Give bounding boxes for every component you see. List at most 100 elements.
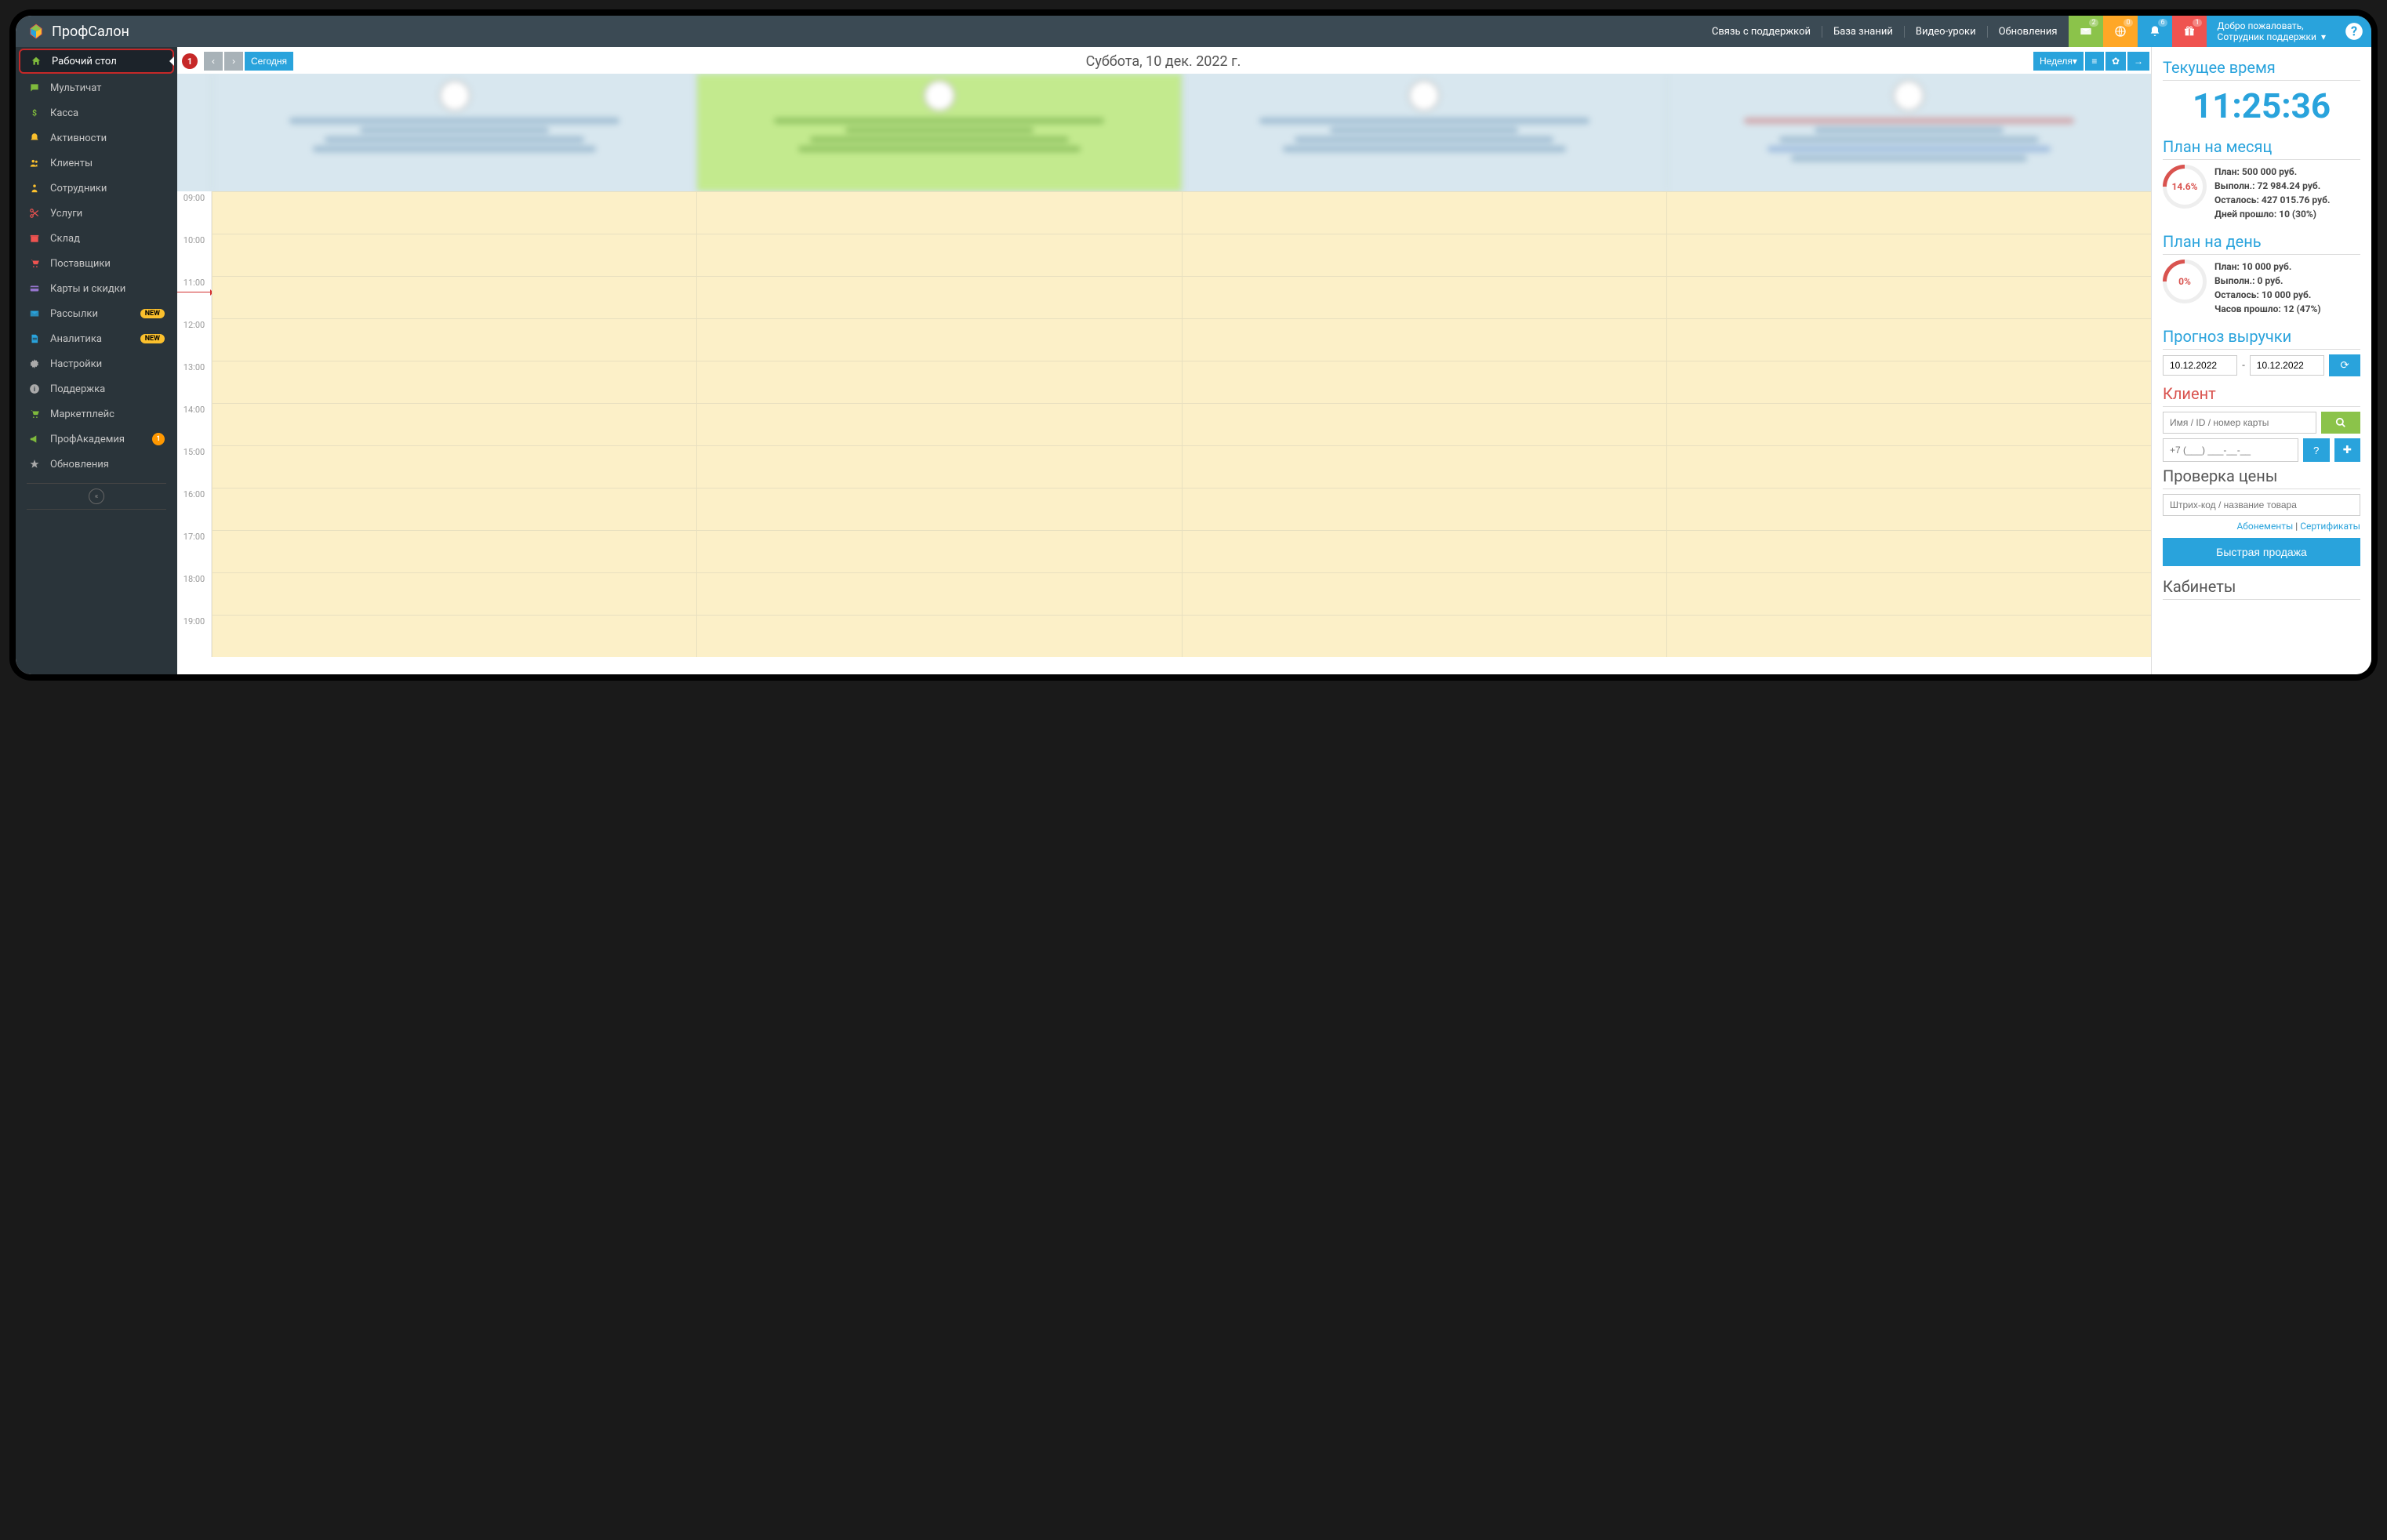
time-slot[interactable]	[1666, 488, 2151, 530]
sidebar-collapse[interactable]: «	[27, 483, 166, 510]
settings-button[interactable]: ✿	[2105, 52, 2126, 71]
sidebar-item-activities[interactable]: Активности	[16, 125, 177, 151]
subscriptions-link[interactable]: Абонементы	[2236, 521, 2293, 532]
price-check-input[interactable]	[2163, 494, 2360, 516]
time-slot[interactable]	[696, 572, 1181, 615]
time-slot[interactable]	[696, 445, 1181, 488]
logo-area[interactable]: ПрофСалон	[16, 24, 177, 40]
sidebar-item-suppliers[interactable]: Поставщики	[16, 251, 177, 276]
sidebar-item-clients[interactable]: Клиенты	[16, 151, 177, 176]
hour-row[interactable]: 18:00	[177, 572, 2151, 615]
quick-sale-button[interactable]: Быстрая продажа	[2163, 538, 2360, 566]
hour-row[interactable]: 19:00	[177, 615, 2151, 657]
sidebar-item-marketplace[interactable]: Маркетплейс	[16, 401, 177, 427]
sidebar-item-warehouse[interactable]: Склад	[16, 226, 177, 251]
link-videos[interactable]: Видео-уроки	[1905, 26, 1988, 38]
hour-row[interactable]: 14:00	[177, 403, 2151, 445]
time-slot[interactable]	[696, 488, 1181, 530]
mail-icon[interactable]: 2	[2069, 16, 2103, 47]
time-slot[interactable]	[212, 572, 696, 615]
time-slot[interactable]	[1666, 361, 2151, 403]
hour-row[interactable]: 17:00	[177, 530, 2151, 572]
sidebar-item-cards[interactable]: Карты и скидки	[16, 276, 177, 301]
hour-row[interactable]: 13:00	[177, 361, 2151, 403]
client-phone-input[interactable]	[2163, 438, 2298, 462]
forward-button[interactable]: →	[2127, 52, 2149, 71]
link-updates[interactable]: Обновления	[1988, 26, 2069, 38]
time-slot[interactable]	[212, 403, 696, 445]
time-slot[interactable]	[1182, 530, 1666, 572]
sidebar-item-mailings[interactable]: РассылкиNEW	[16, 301, 177, 326]
sidebar-item-updates[interactable]: Обновления	[16, 452, 177, 477]
time-slot[interactable]	[1182, 403, 1666, 445]
gift-icon[interactable]: 1	[2172, 16, 2207, 47]
help-button[interactable]: ?	[2337, 16, 2371, 47]
sidebar-item-settings[interactable]: Настройки	[16, 351, 177, 376]
time-slot[interactable]	[1666, 403, 2151, 445]
time-slot[interactable]	[1182, 276, 1666, 318]
time-slot[interactable]	[696, 276, 1181, 318]
staff-col-2[interactable]	[696, 74, 1181, 191]
sidebar-item-multichat[interactable]: Мультичат	[16, 75, 177, 100]
time-slot[interactable]	[1182, 191, 1666, 234]
forecast-refresh-button[interactable]: ⟳	[2329, 354, 2360, 376]
time-slot[interactable]	[1666, 615, 2151, 657]
client-search-button[interactable]	[2321, 412, 2360, 434]
forecast-from-input[interactable]	[2163, 355, 2237, 376]
time-slot[interactable]	[696, 530, 1181, 572]
forecast-to-input[interactable]	[2250, 355, 2324, 376]
time-slot[interactable]	[1182, 318, 1666, 361]
time-slot[interactable]	[696, 615, 1181, 657]
time-slot[interactable]	[212, 276, 696, 318]
time-slot[interactable]	[212, 445, 696, 488]
time-slot[interactable]	[1182, 445, 1666, 488]
sidebar-item-services[interactable]: Услуги	[16, 201, 177, 226]
calendar-grid[interactable]: 2 09:0010:0011:0012:0013:0014:0015:0016:…	[177, 191, 2151, 657]
time-slot[interactable]	[212, 191, 696, 234]
time-slot[interactable]	[696, 318, 1181, 361]
time-slot[interactable]	[1666, 234, 2151, 276]
user-menu[interactable]: Добро пожаловать, Сотрудник поддержки ▾	[2207, 16, 2337, 47]
menu-button[interactable]: ≡	[2085, 52, 2104, 71]
sidebar-item-analytics[interactable]: АналитикаNEW	[16, 326, 177, 351]
time-slot[interactable]	[212, 361, 696, 403]
time-slot[interactable]	[212, 318, 696, 361]
client-help-button[interactable]: ?	[2303, 438, 2330, 462]
certificates-link[interactable]: Сертификаты	[2300, 521, 2360, 532]
time-slot[interactable]	[212, 488, 696, 530]
time-slot[interactable]	[1666, 276, 2151, 318]
time-slot[interactable]	[1182, 615, 1666, 657]
time-slot[interactable]	[1666, 318, 2151, 361]
link-support[interactable]: Связь с поддержкой	[1701, 26, 1822, 38]
sidebar-item-cashbox[interactable]: $Касса	[16, 100, 177, 125]
hour-row[interactable]: 12:00	[177, 318, 2151, 361]
bell-icon[interactable]: 6	[2138, 16, 2172, 47]
time-slot[interactable]	[212, 234, 696, 276]
hour-row[interactable]: 16:00	[177, 488, 2151, 530]
globe-icon[interactable]: 0	[2103, 16, 2138, 47]
today-button[interactable]: Сегодня	[245, 52, 293, 71]
time-slot[interactable]	[1182, 361, 1666, 403]
sidebar-item-academy[interactable]: ПрофАкадемия1	[16, 427, 177, 452]
time-slot[interactable]	[696, 191, 1181, 234]
time-slot[interactable]	[1182, 234, 1666, 276]
time-slot[interactable]	[696, 403, 1181, 445]
time-slot[interactable]	[1182, 488, 1666, 530]
hour-row[interactable]: 11:00	[177, 276, 2151, 318]
time-slot[interactable]	[212, 530, 696, 572]
client-search-input[interactable]	[2163, 412, 2316, 434]
time-slot[interactable]	[1666, 445, 2151, 488]
staff-col-1[interactable]	[212, 74, 696, 191]
time-slot[interactable]	[1666, 191, 2151, 234]
sidebar-item-dashboard[interactable]: Рабочий стол	[19, 49, 174, 74]
staff-col-4[interactable]	[1666, 74, 2151, 191]
link-kb[interactable]: База знаний	[1822, 26, 1905, 38]
view-week-button[interactable]: Неделя ▾	[2033, 52, 2084, 71]
time-slot[interactable]	[1182, 572, 1666, 615]
time-slot[interactable]	[1666, 572, 2151, 615]
time-slot[interactable]	[696, 361, 1181, 403]
staff-col-3[interactable]	[1182, 74, 1666, 191]
hour-row[interactable]: 10:00	[177, 234, 2151, 276]
hour-row[interactable]: 15:00	[177, 445, 2151, 488]
next-button[interactable]: ›	[224, 52, 243, 71]
